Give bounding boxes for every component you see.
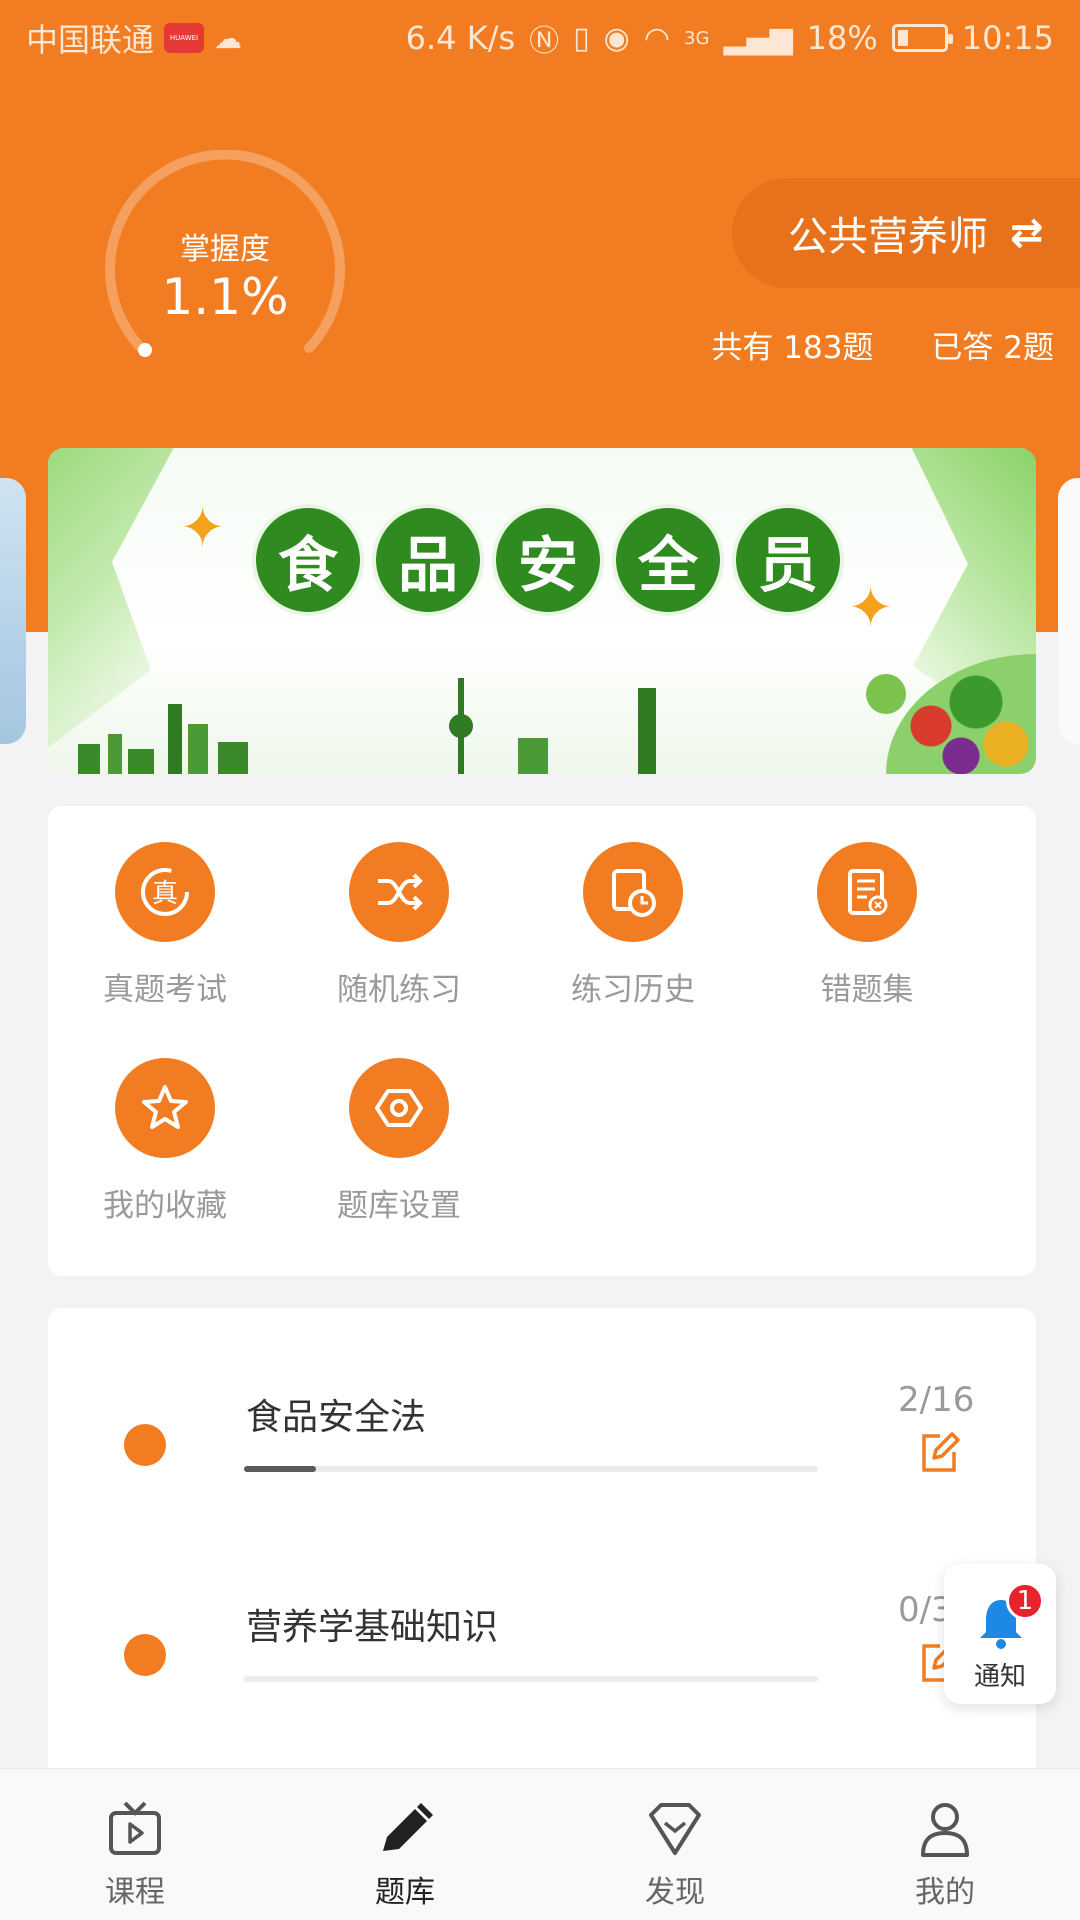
diamond-icon bbox=[649, 1803, 701, 1855]
banner-char: 品 bbox=[376, 508, 480, 612]
tool-wrong-questions[interactable]: 错题集 bbox=[750, 842, 984, 1009]
banner-char: 安 bbox=[496, 508, 600, 612]
notification-button[interactable]: 1 通知 bbox=[944, 1564, 1056, 1704]
pencil-icon bbox=[383, 1803, 433, 1851]
edit-icon[interactable] bbox=[916, 1430, 962, 1476]
chapter-item[interactable]: 营养学基础知识 0/3 bbox=[48, 1578, 1036, 1758]
tool-bank-settings[interactable]: 题库设置 bbox=[282, 1058, 516, 1225]
question-counts: 共有 183题 已答 2题 bbox=[711, 322, 1054, 367]
banner-char: 全 bbox=[616, 508, 720, 612]
tools-card: 真 真题考试 随机练习 练习历史 错题集 我的收藏 题库设置 bbox=[48, 806, 1036, 1276]
decor-dot bbox=[866, 674, 906, 714]
wifi-icon: ◠ bbox=[643, 20, 671, 56]
nav-label: 题库 bbox=[375, 1875, 435, 1910]
answered-count: 已答 2题 bbox=[931, 330, 1054, 366]
tool-label: 随机练习 bbox=[337, 972, 461, 1008]
tool-label: 题库设置 bbox=[337, 1188, 461, 1224]
vibrate-icon: ▯ bbox=[573, 20, 590, 56]
history-icon bbox=[583, 842, 683, 942]
chapter-count: 2/16 bbox=[898, 1380, 975, 1420]
bottom-nav: 课程 题库 发现 我的 bbox=[0, 1768, 1080, 1920]
chapter-progress bbox=[244, 1466, 818, 1472]
tool-label: 错题集 bbox=[820, 972, 914, 1008]
mastery-value: 1.1% bbox=[161, 268, 289, 326]
chapter-progress-fill bbox=[244, 1466, 316, 1472]
banner-title: 食 品 安 全 员 bbox=[256, 508, 840, 612]
tool-label: 我的收藏 bbox=[103, 1188, 227, 1224]
total-count: 共有 183题 bbox=[711, 330, 874, 366]
sparkle-icon: ✦ bbox=[180, 496, 226, 559]
star-icon bbox=[115, 1058, 215, 1158]
vegetables-image bbox=[886, 654, 1036, 774]
banner-char: 食 bbox=[256, 508, 360, 612]
carrier-name: 中国联通 bbox=[26, 21, 155, 59]
nav-question-bank[interactable]: 题库 bbox=[270, 1769, 540, 1920]
tool-random-practice[interactable]: 随机练习 bbox=[282, 842, 516, 1009]
course-name: 公共营养师 bbox=[788, 214, 988, 260]
chapter-dot bbox=[124, 1634, 166, 1676]
nav-courses[interactable]: 课程 bbox=[0, 1769, 270, 1920]
nfc-icon: Ⓝ bbox=[529, 24, 560, 59]
chapter-list: 食品安全法 2/16 营养学基础知识 0/3 bbox=[48, 1308, 1036, 1778]
battery-icon bbox=[891, 24, 953, 52]
city-skyline bbox=[78, 704, 248, 774]
chapter-dot bbox=[124, 1424, 166, 1466]
sparkle-icon: ✦ bbox=[848, 576, 894, 639]
tool-exam[interactable]: 真 真题考试 bbox=[48, 842, 282, 1009]
notification-label: 通知 bbox=[973, 1662, 1026, 1692]
course-switch-button[interactable]: 公共营养师 ⇄ bbox=[732, 178, 1080, 288]
nav-label: 我的 bbox=[915, 1875, 975, 1910]
user-icon bbox=[921, 1803, 969, 1857]
nav-label: 发现 bbox=[645, 1875, 705, 1910]
nav-label: 课程 bbox=[105, 1875, 165, 1910]
chapter-item[interactable]: 食品安全法 2/16 bbox=[48, 1368, 1036, 1548]
tool-favorites[interactable]: 我的收藏 bbox=[48, 1058, 282, 1225]
carousel-prev-card[interactable] bbox=[0, 478, 26, 744]
nav-mine[interactable]: 我的 bbox=[810, 1769, 1080, 1920]
tv-icon bbox=[109, 1801, 161, 1855]
tool-label: 真题考试 bbox=[103, 972, 227, 1008]
mastery-gauge: 掌握度 1.1% bbox=[105, 150, 345, 370]
nav-discover[interactable]: 发现 bbox=[540, 1769, 810, 1920]
tower-skyline bbox=[449, 678, 656, 774]
swap-icon: ⇄ bbox=[1010, 210, 1044, 256]
chapter-progress bbox=[244, 1676, 818, 1682]
status-bar: 中国联通 HUAWEI ☁ 6.4 K/s Ⓝ ▯ ◉ ◠ 3G ▂▄▆ 18%… bbox=[0, 0, 1080, 76]
notification-badge: 1 bbox=[1006, 1582, 1044, 1620]
banner-char: 员 bbox=[736, 508, 840, 612]
exam-icon: 真 bbox=[115, 842, 215, 942]
chapter-title: 营养学基础知识 bbox=[246, 1607, 499, 1648]
tool-practice-history[interactable]: 练习历史 bbox=[516, 842, 750, 1009]
chapter-title: 食品安全法 bbox=[246, 1397, 427, 1438]
eye-icon: ◉ bbox=[603, 20, 630, 56]
mastery-label: 掌握度 bbox=[180, 232, 270, 267]
settings-icon bbox=[349, 1058, 449, 1158]
battery-percent: 18% bbox=[806, 19, 878, 57]
net-speed: 6.4 K/s bbox=[405, 19, 516, 57]
banner[interactable]: ✦ ✦ 食 品 安 全 员 bbox=[48, 448, 1036, 774]
signal-type: 3G bbox=[684, 27, 710, 49]
wrong-questions-icon bbox=[817, 842, 917, 942]
signal-icon: ▂▄▆ bbox=[723, 20, 793, 56]
cloud-icon: ☁ bbox=[214, 21, 243, 55]
svg-text:真: 真 bbox=[152, 879, 178, 909]
clock: 10:15 bbox=[961, 19, 1054, 57]
huawei-badge-icon: HUAWEI bbox=[164, 23, 205, 53]
carousel-next-card[interactable] bbox=[1058, 478, 1080, 744]
tool-label: 练习历史 bbox=[571, 972, 695, 1008]
shuffle-icon bbox=[349, 842, 449, 942]
